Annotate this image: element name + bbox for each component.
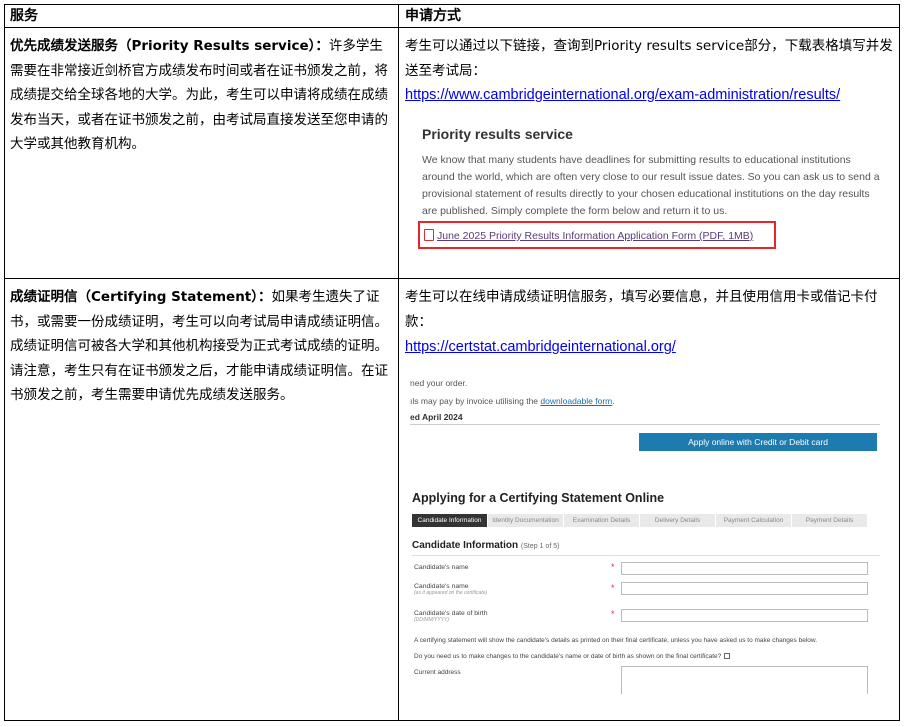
step-examination-details[interactable]: Examination Details <box>564 514 639 527</box>
step-payment-details[interactable]: Payment Details <box>792 514 867 527</box>
address-label: Current address <box>414 669 461 676</box>
required-mark: * <box>611 609 615 619</box>
step-candidate-information[interactable]: Candidate Information <box>412 514 487 527</box>
change-question: Do you need us to make changes to the ca… <box>414 653 731 660</box>
application-heading: Applying for a Certifying Statement Onli… <box>412 491 665 505</box>
application-form-link[interactable]: June 2025 Priority Results Information A… <box>424 229 753 242</box>
step-progress: Candidate Information Identity Documenta… <box>412 514 868 527</box>
priority-service-description: 优先成绩发送服务（Priority Results service）：许多学生需… <box>10 34 388 157</box>
field-label-text: Candidate's name <box>414 583 469 590</box>
field-label-certificate-name: Candidate's name (as it appeared on the … <box>414 583 487 596</box>
priority-service-title: 优先成绩发送服务（Priority Results service）： <box>10 38 329 54</box>
required-mark: * <box>611 562 615 572</box>
dob-input[interactable] <box>621 609 868 622</box>
header-method: 申请方式 <box>405 8 461 24</box>
section-step: (Step 1 of 5) <box>520 543 560 550</box>
priority-method-text: 考生可以通过以下链接，查询到Priority results service部分… <box>405 38 893 79</box>
apply-online-button[interactable]: Apply online with Credit or Debit card <box>639 433 877 451</box>
section-divider <box>412 555 880 556</box>
priority-results-heading: Priority results service <box>422 126 573 142</box>
address-textarea[interactable] <box>621 666 868 694</box>
certstat-screenshot: ned your order. ıls may pay by invoice u… <box>404 372 892 694</box>
invoice-text: ıls may pay by invoice utilising the <box>410 396 541 406</box>
step-payment-calculation[interactable]: Payment Calculation <box>716 514 791 527</box>
priority-results-link[interactable]: https://www.cambridgeinternational.org/e… <box>405 87 840 103</box>
step-delivery-details[interactable]: Delivery Details <box>640 514 715 527</box>
step-identity-documentation[interactable]: Identity Documentation <box>488 514 563 527</box>
date-fragment: ed April 2024 <box>410 412 463 422</box>
header-service: 服务 <box>10 8 38 24</box>
priority-service-text: 许多学生需要在非常接近剑桥官方成绩发布时间或者在证书颁发之前，将成绩提交给全球各… <box>10 38 388 152</box>
invoice-period: . <box>612 396 615 406</box>
info-text: A certifying statement will show the can… <box>414 637 818 644</box>
application-form-label: June 2025 Priority Results Information A… <box>437 230 754 242</box>
section-title: Candidate Information (Step 1 of 5) <box>412 540 559 551</box>
row-divider <box>5 278 899 279</box>
change-checkbox[interactable] <box>724 653 731 659</box>
priority-results-body: We know that many students have deadline… <box>422 154 880 217</box>
field-label-dob: Candidate's date of birth (DD/MM/YYYY) <box>414 610 487 623</box>
downloadable-form-link[interactable]: downloadable form <box>540 396 612 406</box>
required-mark: * <box>611 583 615 593</box>
header-divider <box>5 27 899 28</box>
priority-results-screenshot: Priority results service We know that ma… <box>410 118 890 258</box>
field-label-text: Candidate's name <box>414 564 469 571</box>
column-divider <box>398 5 399 720</box>
certificate-name-input[interactable] <box>621 582 868 595</box>
section-label: Candidate Information <box>412 540 519 551</box>
divider <box>410 424 880 425</box>
invoice-fragment: ıls may pay by invoice utilising the dow… <box>410 396 615 406</box>
field-label-name: Candidate's name <box>414 564 469 571</box>
field-note: (as it appeared on the certificate) <box>414 590 488 596</box>
change-question-text: Do you need us to make changes to the ca… <box>414 653 722 660</box>
certifying-statement-description: 成绩证明信（Certifying Statement）：如果考生遗失了证书，或需… <box>10 285 388 408</box>
order-fragment: ned your order. <box>410 378 468 388</box>
certifying-statement-title: 成绩证明信（Certifying Statement）： <box>10 289 272 305</box>
pdf-icon <box>424 229 434 241</box>
certifying-statement-text: 如果考生遗失了证书，或需要一份成绩证明，考生可以向考试局申请成绩证明信。成绩证明… <box>10 289 388 403</box>
field-label-text: Candidate's date of birth <box>414 610 488 617</box>
certifying-method-text: 考生可以在线申请成绩证明信服务，填写必要信息，并且使用信用卡或借记卡付款： <box>405 289 878 330</box>
certstat-link[interactable]: https://certstat.cambridgeinternational.… <box>405 339 676 355</box>
candidate-name-input[interactable] <box>621 562 868 575</box>
field-note: (DD/MM/YYYY) <box>414 617 449 623</box>
